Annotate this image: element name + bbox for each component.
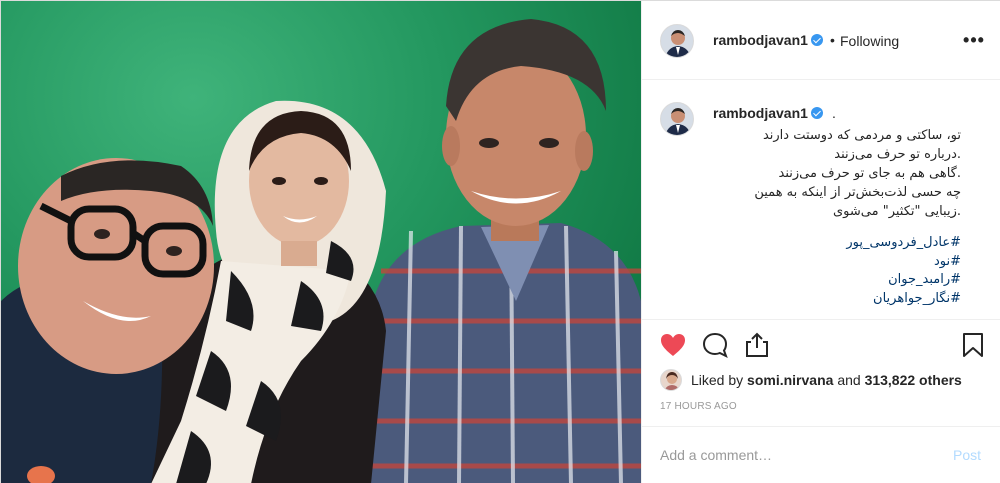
- caption-line: .درباره تو حرف می‌زنند: [834, 147, 961, 162]
- photo-illustration: [1, 19, 641, 483]
- avatar-image: [661, 25, 693, 57]
- likes-row: Liked by somi.nirvana and 313,822 others: [660, 369, 1000, 391]
- heart-filled-icon[interactable]: [658, 330, 688, 360]
- avatar-image: [661, 370, 681, 390]
- header-separator: •: [830, 32, 835, 48]
- comment-bubble-icon[interactable]: [700, 330, 730, 360]
- caption-line: تو، ساکتی و مردمی که دوستت دارند: [762, 128, 961, 143]
- post-photo[interactable]: [1, 1, 641, 483]
- caption-trailing: .: [832, 105, 836, 121]
- post-header: rambodjavan1 • Following •••: [642, 1, 1000, 80]
- caption-line: .زیبایی "تکثیر" می‌شوی: [833, 204, 961, 219]
- likes-count[interactable]: 313,822 others: [865, 372, 962, 388]
- verified-badge-icon: [810, 107, 823, 119]
- hashtag-link[interactable]: #رامبد_جوان: [701, 271, 961, 290]
- caption-username[interactable]: rambodjavan1: [713, 105, 823, 121]
- hashtag-link[interactable]: #عادل_فردوسی_پور: [701, 234, 961, 253]
- caption-line: .گاهی هم به جای تو حرف می‌زنند: [778, 166, 962, 181]
- comment-input[interactable]: [660, 445, 930, 465]
- caption-line: چه حسی لذت‌بخش‌تر از اینکه به همین: [754, 185, 961, 200]
- action-bar: [642, 319, 1000, 369]
- caption-avatar[interactable]: [660, 102, 694, 136]
- verified-badge-icon: [810, 34, 823, 46]
- share-icon[interactable]: [742, 330, 772, 360]
- liker-username[interactable]: somi.nirvana: [747, 372, 833, 388]
- comment-bar: Post: [642, 426, 1000, 483]
- post-side-panel: rambodjavan1 • Following ••• rambodjavan…: [641, 1, 1000, 483]
- hashtag-link[interactable]: #نگار_جواهریان: [701, 290, 961, 309]
- likes-conjunction: and: [837, 372, 861, 388]
- profile-avatar[interactable]: [660, 24, 694, 58]
- likes-prefix: Liked by: [691, 372, 744, 388]
- post-comment-button[interactable]: Post: [953, 447, 981, 463]
- liker-avatar[interactable]: [660, 369, 682, 391]
- header-username[interactable]: rambodjavan1: [713, 32, 823, 48]
- likes-summary: Liked by somi.nirvana and 313,822 others: [691, 372, 962, 388]
- avatar-image: [661, 103, 693, 135]
- following-button[interactable]: Following: [840, 33, 899, 49]
- hashtag-link[interactable]: #نود: [701, 253, 961, 272]
- bookmark-icon[interactable]: [958, 330, 988, 360]
- post-timestamp[interactable]: 17 HOURS AGO: [660, 401, 737, 412]
- instagram-post-embed: rambodjavan1 • Following ••• rambodjavan…: [0, 0, 1000, 483]
- more-options-icon[interactable]: •••: [962, 28, 986, 52]
- hashtag-list: #عادل_فردوسی_پور #نود #رامبد_جوان #نگار_…: [701, 234, 961, 308]
- caption-section: rambodjavan1 . تو، ساکتی و مردمی که دوست…: [642, 81, 1000, 318]
- caption-text: تو، ساکتی و مردمی که دوستت دارند .درباره…: [701, 126, 961, 221]
